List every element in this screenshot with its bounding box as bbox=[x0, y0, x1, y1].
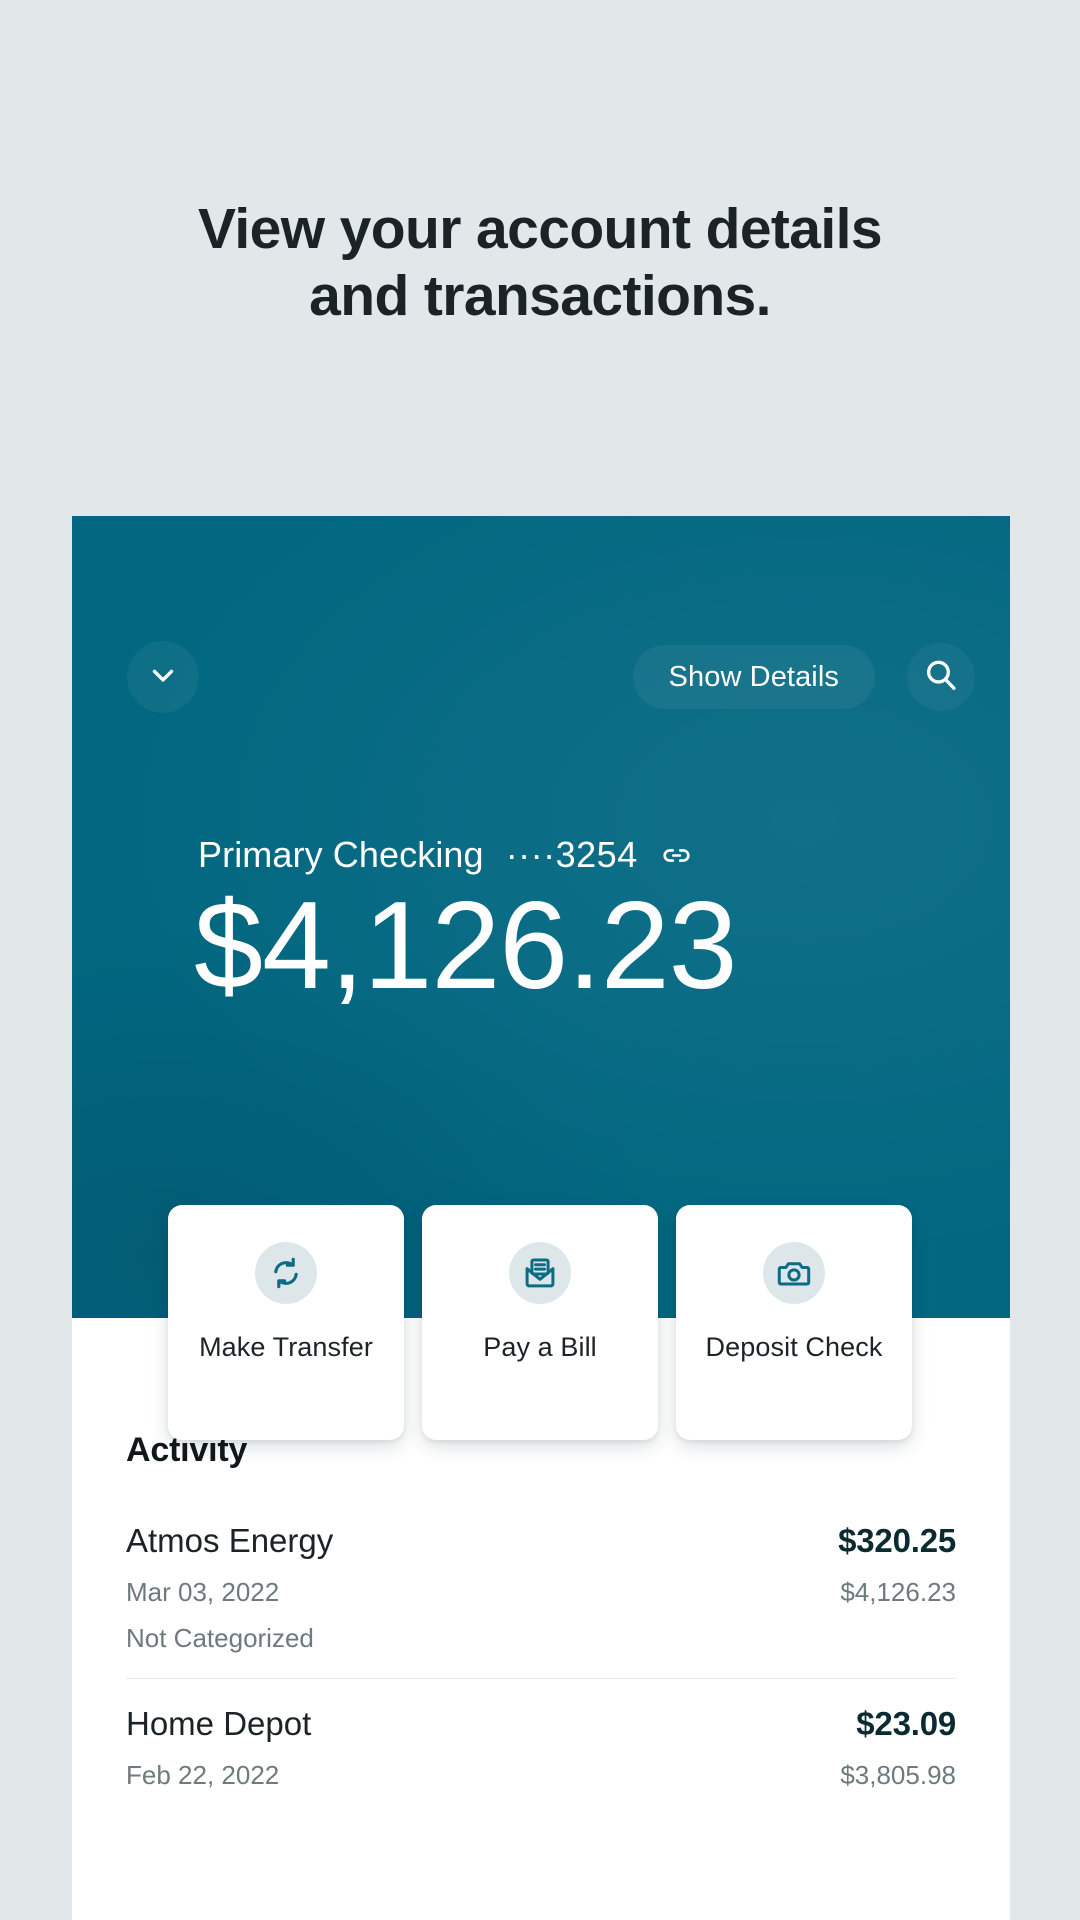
table-row[interactable]: Home Depot $23.09 Feb 22, 2022 $3,805.98 bbox=[126, 1678, 956, 1815]
transaction-running-balance: $4,126.23 bbox=[840, 1577, 956, 1607]
account-identity-row[interactable]: Primary Checking ····3254 bbox=[198, 834, 693, 876]
transaction-running-balance: $3,805.98 bbox=[840, 1760, 956, 1790]
search-button[interactable] bbox=[907, 643, 975, 711]
transaction-merchant: Home Depot bbox=[126, 1705, 312, 1742]
quick-action-label: Make Transfer bbox=[199, 1332, 373, 1362]
account-card-toolbar: Show Details bbox=[72, 641, 1010, 723]
account-name: Primary Checking bbox=[198, 834, 484, 875]
transaction-date: Feb 22, 2022 bbox=[126, 1760, 280, 1790]
quick-action-pay-a-bill[interactable]: Pay a Bill bbox=[422, 1205, 658, 1440]
app-screen: View your account details and transactio… bbox=[0, 0, 1080, 1920]
transaction-merchant: Atmos Energy bbox=[126, 1522, 334, 1559]
transaction-primary-row: Home Depot $23.09 bbox=[126, 1705, 956, 1743]
account-number-mask: ····3254 bbox=[505, 834, 638, 875]
transaction-amount: $320.25 bbox=[838, 1522, 956, 1559]
quick-action-label: Deposit Check bbox=[705, 1332, 883, 1362]
quick-actions: Make Transfer Pay a Bill Deposit Check bbox=[168, 1205, 912, 1440]
show-details-button[interactable]: Show Details bbox=[632, 645, 875, 709]
link-icon[interactable] bbox=[660, 839, 693, 872]
show-details-label: Show Details bbox=[668, 660, 839, 693]
quick-action-make-transfer[interactable]: Make Transfer bbox=[168, 1205, 404, 1440]
chevron-down-icon bbox=[146, 658, 180, 697]
account-summary-card: Show Details Primary Checking ····3254 $… bbox=[72, 516, 1010, 1603]
transaction-amount: $23.09 bbox=[856, 1705, 956, 1742]
quick-action-deposit-check[interactable]: Deposit Check bbox=[676, 1205, 912, 1440]
collapse-card-button[interactable] bbox=[127, 641, 199, 713]
search-icon bbox=[922, 656, 960, 699]
transaction-category: Not Categorized bbox=[126, 1623, 314, 1653]
table-row[interactable]: Atmos Energy $320.25 Mar 03, 2022 $4,126… bbox=[126, 1496, 956, 1678]
transaction-primary-row: Atmos Energy $320.25 bbox=[126, 1522, 956, 1560]
quick-action-label: Pay a Bill bbox=[483, 1332, 597, 1362]
page-title-line-1: View your account details bbox=[197, 197, 883, 261]
envelope-bill-icon bbox=[509, 1242, 571, 1304]
page-title: View your account details and transactio… bbox=[0, 196, 1080, 329]
transaction-list: Atmos Energy $320.25 Mar 03, 2022 $4,126… bbox=[72, 1496, 1010, 1815]
transaction-secondary-row: Mar 03, 2022 $4,126.23 bbox=[126, 1577, 956, 1608]
page-title-line-2: and transactions. bbox=[309, 263, 771, 328]
transaction-secondary-row: Feb 22, 2022 $3,805.98 bbox=[126, 1760, 956, 1791]
camera-icon bbox=[763, 1242, 825, 1304]
transaction-date: Mar 03, 2022 bbox=[126, 1577, 280, 1607]
available-balance-amount: $4,126.23 bbox=[194, 877, 738, 1015]
sync-arrows-icon bbox=[255, 1242, 317, 1304]
